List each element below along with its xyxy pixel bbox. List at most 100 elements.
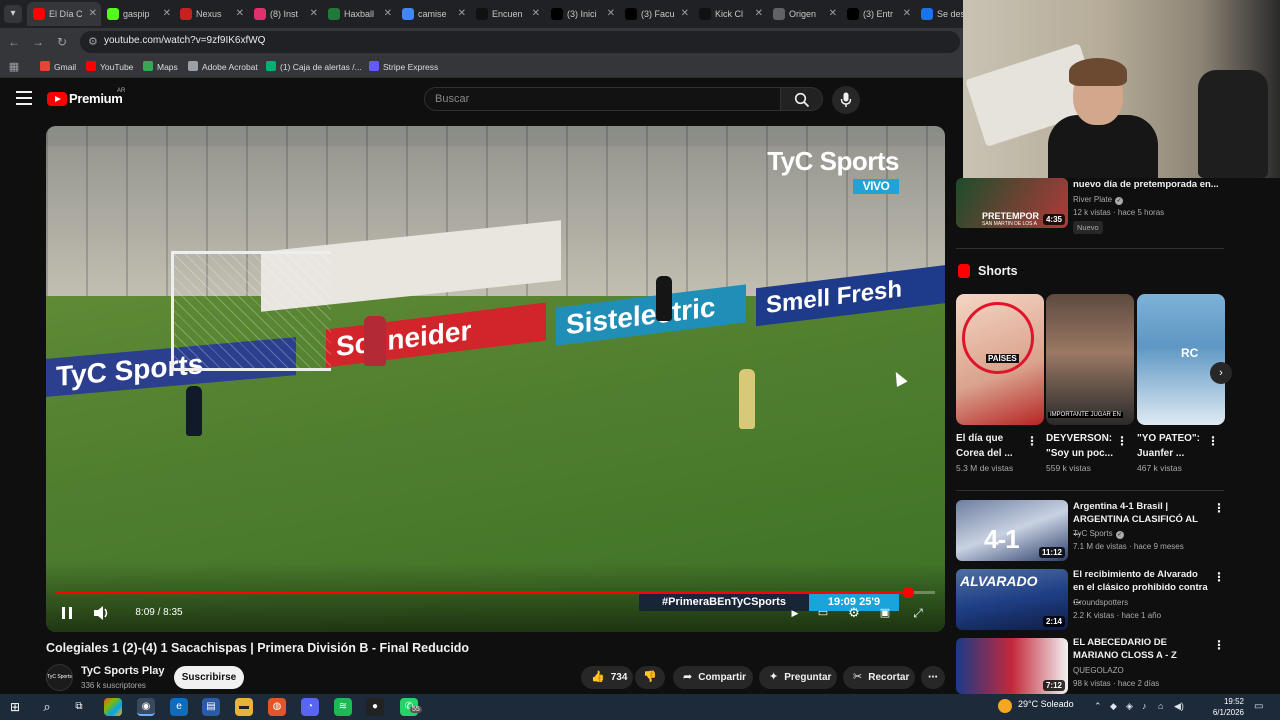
close-tab-icon[interactable]: ✕ (89, 2, 97, 26)
tray-network-icon[interactable]: ⌂ (1158, 701, 1163, 711)
top-video-title[interactable]: nuevo día de pretemporada en... (1073, 178, 1223, 191)
short-thumbnail-2[interactable]: IMPORTANTE JUGAR EN (1046, 294, 1134, 425)
browser-tab[interactable]: Kick Cl ✕ (693, 2, 767, 26)
close-tab-icon[interactable]: ✕ (163, 2, 171, 26)
browser-tab[interactable]: (8) Inst ✕ (248, 2, 322, 26)
bookmark-item[interactable]: (1) Caja de alertas /... (266, 60, 362, 74)
theater-mode-icon[interactable]: ▣ (876, 602, 894, 624)
windows-start-icon[interactable]: ⊞ (6, 698, 24, 716)
short-more-icon[interactable]: ⋮ (1026, 434, 1038, 448)
search-button[interactable] (781, 87, 823, 111)
bookmark-item[interactable]: Maps (143, 60, 178, 74)
firefox-icon[interactable]: ◍ (268, 698, 286, 716)
browser-tab[interactable]: (3) Facu ✕ (619, 2, 693, 26)
video-more-icon[interactable]: ⋮ (1213, 501, 1225, 515)
subscribe-button[interactable]: Suscribirse (174, 666, 244, 689)
browser-tab[interactable]: Nexus ✕ (174, 2, 248, 26)
tab-search-icon[interactable]: ▾ (4, 5, 22, 23)
close-tab-icon[interactable]: ✕ (458, 2, 466, 26)
channel-name[interactable]: TyC Sports Play (81, 665, 165, 677)
site-info-icon[interactable]: ⚙ (88, 35, 98, 48)
like-button[interactable]: 👍 734 (581, 666, 633, 689)
back-icon[interactable]: ← (6, 34, 22, 50)
volume-button[interactable] (91, 602, 113, 624)
short-title-1[interactable]: El día que Corea del ... (956, 431, 1028, 461)
tray-volume-icon[interactable]: ◀) (1174, 701, 1184, 712)
discord-icon[interactable]: ◔ (301, 698, 319, 716)
progress-bar[interactable] (56, 587, 935, 598)
video-channel-2[interactable]: Groundspotters (1073, 598, 1128, 607)
short-more-icon[interactable]: ⋮ (1207, 434, 1219, 448)
task-view-icon[interactable]: ⧉ (70, 698, 88, 716)
close-tab-icon[interactable]: ✕ (607, 2, 615, 26)
menu-icon[interactable] (16, 91, 32, 105)
ask-button[interactable]: ✦ Preguntar (759, 666, 837, 689)
settings-gear-icon[interactable]: ⚙ (845, 602, 863, 624)
browser-tab[interactable]: (3) Entr ✕ (841, 2, 915, 26)
spotify-icon[interactable]: ≋ (334, 698, 352, 716)
copilot-icon[interactable] (104, 698, 122, 716)
short-more-icon[interactable]: ⋮ (1116, 434, 1128, 448)
forward-icon[interactable]: → (30, 34, 46, 50)
shorts-next-button[interactable]: › (1210, 362, 1232, 384)
top-video-channel[interactable]: River Plate ✓ (1073, 195, 1124, 205)
close-tab-icon[interactable]: ✕ (310, 2, 318, 26)
tray-app-icon[interactable]: ◆ (1110, 701, 1117, 712)
close-tab-icon[interactable]: ✕ (681, 2, 689, 26)
fullscreen-icon[interactable]: ⤢ (909, 602, 927, 624)
video-channel-3[interactable]: QUEGOLAZO (1073, 666, 1124, 675)
clip-button[interactable]: ✂ Recortar (843, 666, 915, 689)
video-player[interactable]: TyC Sports Schneider Sistelectric Smell … (46, 126, 945, 632)
video-more-icon[interactable]: ⋮ (1213, 570, 1225, 584)
video-thumbnail-1[interactable]: 4-1 11:12 (956, 500, 1068, 561)
tray-overflow-icon[interactable]: ⌃ (1094, 701, 1102, 712)
video-thumbnail-3[interactable]: 7:12 (956, 638, 1068, 694)
subtitles-icon[interactable]: ▭ (814, 602, 832, 624)
browser-tab[interactable]: Origen ✕ (767, 2, 841, 26)
close-tab-icon[interactable]: ✕ (755, 2, 763, 26)
share-button[interactable]: ➦ Compartir (673, 666, 753, 689)
browser-tab[interactable]: El Día C ✕ (27, 2, 101, 26)
taskbar-clock[interactable]: 19:52 6/1/2026 (1196, 696, 1244, 718)
weather-widget[interactable]: 29°C Soleado (1018, 699, 1074, 709)
channel-avatar[interactable]: TyC Sports (46, 664, 73, 691)
edge-icon[interactable]: e (170, 698, 188, 716)
more-actions-button[interactable]: ⋯ (921, 666, 945, 689)
close-tab-icon[interactable]: ✕ (829, 2, 837, 26)
progress-scrubber[interactable] (903, 587, 914, 598)
browser-tab[interactable]: camise ✕ (396, 2, 470, 26)
top-video-thumbnail[interactable]: PRETEMPOR SAN MARTIN DE LOS A 4:35 (956, 178, 1068, 228)
store-icon[interactable]: ▤ (202, 698, 220, 716)
apps-grid-icon[interactable]: ▦ (6, 59, 22, 75)
video-more-icon[interactable]: ⋮ (1213, 638, 1225, 652)
browser-tab[interactable]: (3) Inici ✕ (545, 2, 619, 26)
video-title-3[interactable]: EL ABECEDARIO DE MARIANO CLOSS A - Z (1073, 636, 1208, 662)
bookmark-item[interactable]: Gmail (40, 60, 76, 74)
autoplay-icon[interactable]: ▶ (786, 602, 804, 624)
tray-microphone-icon[interactable]: ♪ (1142, 701, 1147, 711)
short-title-2[interactable]: DEYVERSON: "Soy un poc... (1046, 431, 1118, 461)
short-title-3[interactable]: "YO PATEO": Juanfer ... (1137, 431, 1209, 461)
search-input[interactable]: Buscar (424, 87, 781, 111)
browser-tab[interactable]: Encuen ✕ (470, 2, 544, 26)
browser-tab[interactable]: gaspip ✕ (101, 2, 175, 26)
close-tab-icon[interactable]: ✕ (903, 2, 911, 26)
video-thumbnail-2[interactable]: ALVARADO 2:14 (956, 569, 1068, 630)
obs-icon[interactable]: ● (366, 698, 384, 716)
browser-tab[interactable]: Haxball ✕ (322, 2, 396, 26)
notifications-icon[interactable]: ▭ (1254, 701, 1263, 712)
chrome-icon[interactable]: ◉ (137, 698, 155, 716)
close-tab-icon[interactable]: ✕ (236, 2, 244, 26)
video-channel-1[interactable]: TyC Sports ✓ (1073, 529, 1124, 539)
pause-button[interactable] (56, 602, 78, 624)
dislike-button[interactable]: 👎 (635, 666, 665, 689)
search-icon[interactable]: ⌕ (38, 698, 56, 716)
tray-app-icon[interactable]: ◈ (1126, 701, 1133, 712)
bookmark-item[interactable]: Adobe Acrobat (188, 60, 258, 74)
short-thumbnail-3[interactable]: RC (1137, 294, 1225, 425)
bookmark-item[interactable]: YouTube (86, 60, 133, 74)
short-thumbnail-1[interactable]: PAÍSES (956, 294, 1044, 425)
file-explorer-icon[interactable]: ▬ (235, 698, 253, 716)
address-bar[interactable]: ⚙ youtube.com/watch?v=9zf9IK6xfWQ (80, 31, 960, 53)
reload-icon[interactable]: ↻ (54, 34, 70, 50)
